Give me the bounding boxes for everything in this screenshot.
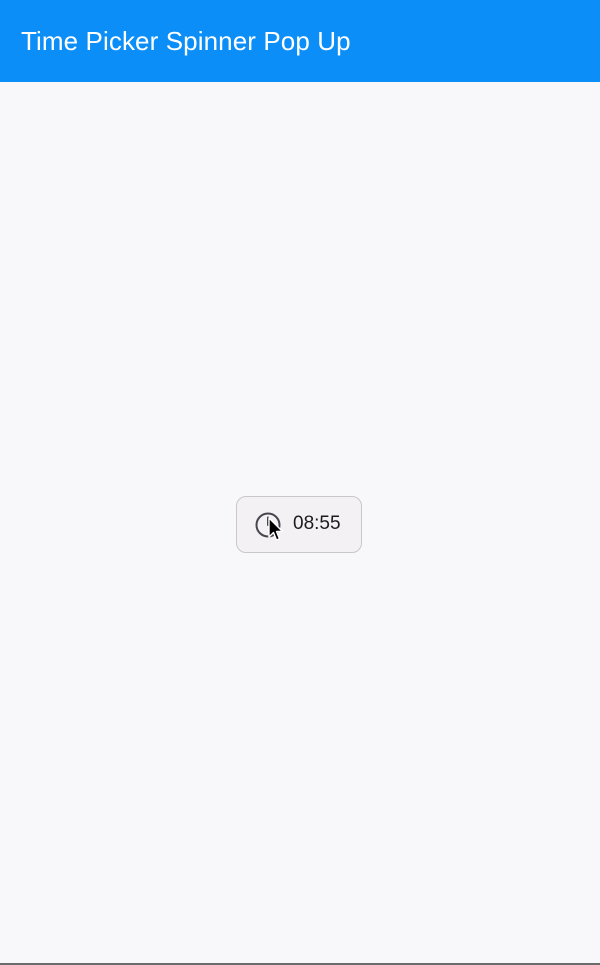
app-bar: Time Picker Spinner Pop Up [0,0,600,82]
mouse-pointer-icon [268,517,284,541]
page-title: Time Picker Spinner Pop Up [21,25,351,56]
time-value: 08:55 [293,513,341,534]
time-picker-button[interactable]: 08:55 [236,496,362,553]
